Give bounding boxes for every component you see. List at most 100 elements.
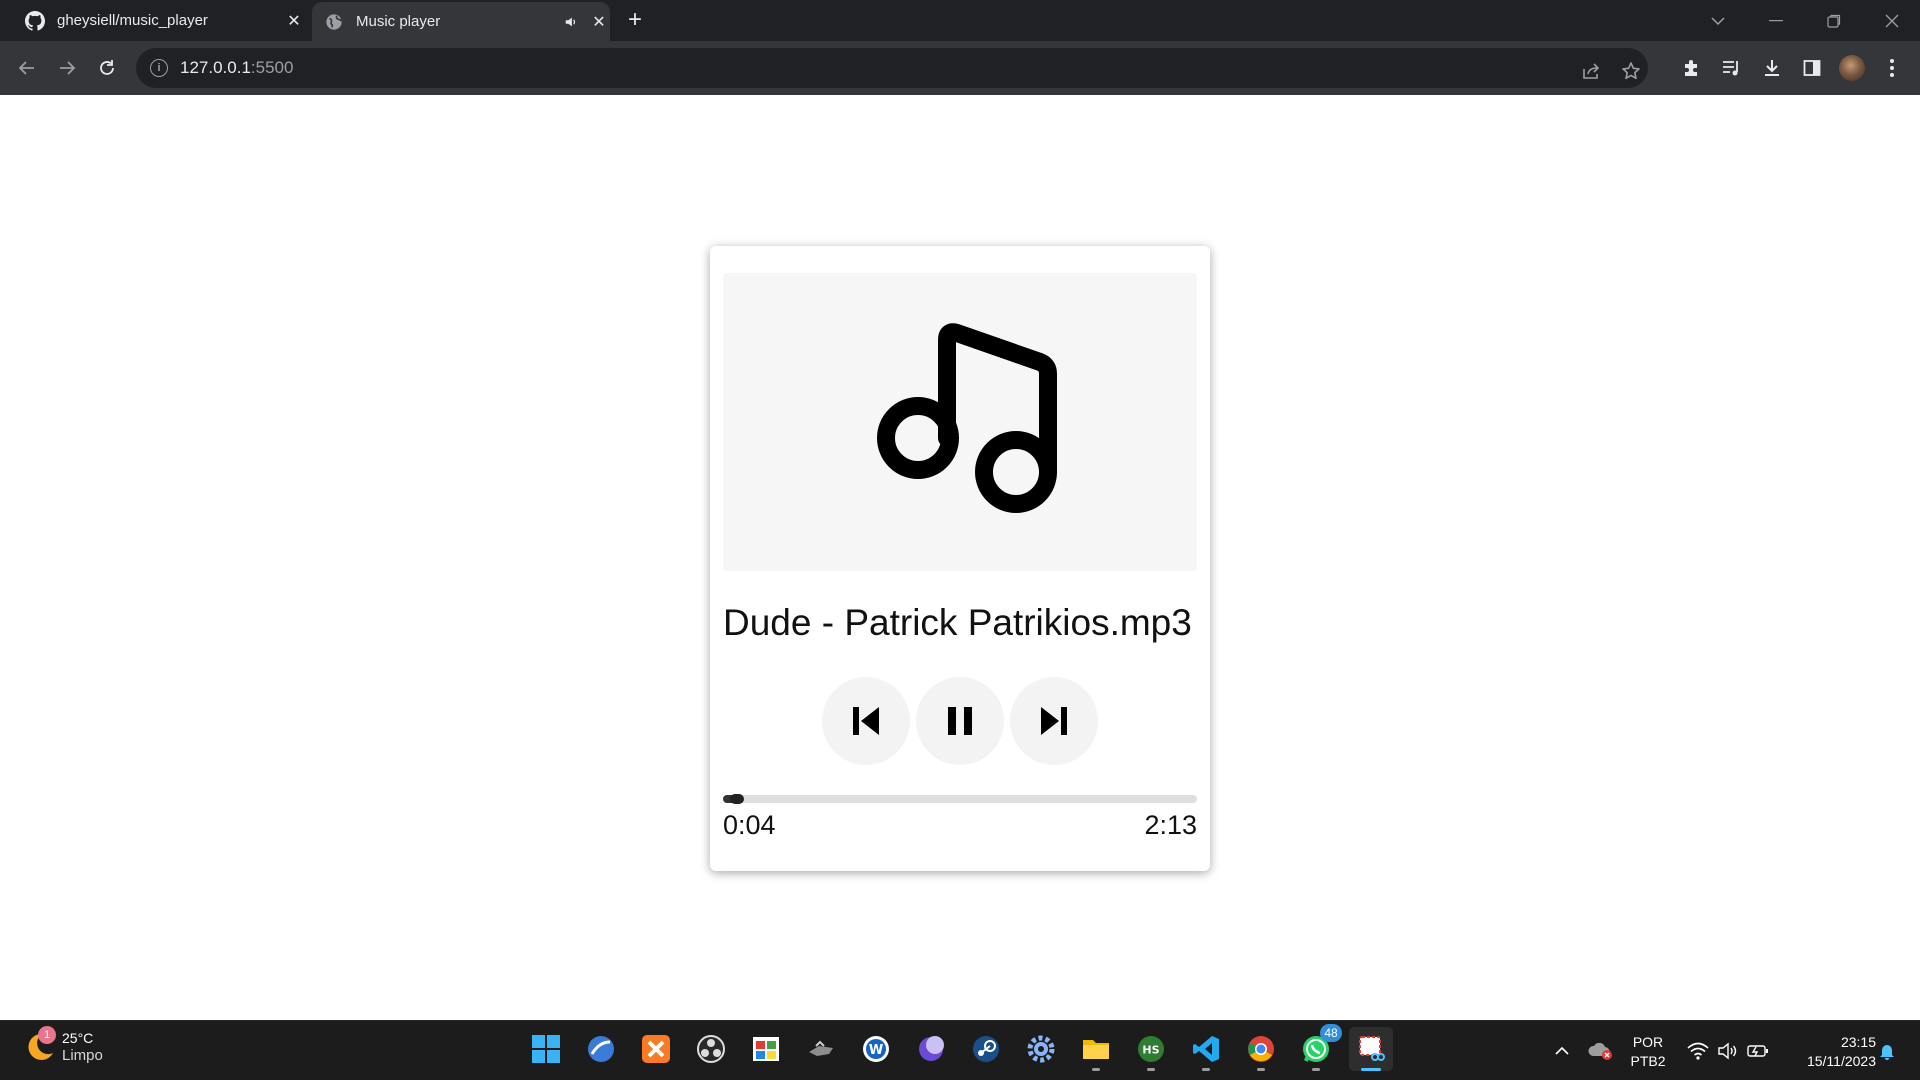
volume-icon[interactable]: [1714, 1021, 1740, 1080]
chrome-icon: [1248, 1036, 1274, 1062]
weather-badge: 1: [38, 1026, 56, 1044]
taskbar-app-whatsapp[interactable]: 48: [1294, 1024, 1342, 1071]
download-icon[interactable]: [1757, 53, 1787, 83]
address-bar[interactable]: i 127.0.0.1:5500: [136, 48, 1648, 88]
taskbar-app-obs[interactable]: [689, 1027, 733, 1071]
profile-avatar[interactable]: [1837, 53, 1867, 83]
taskbar-app-settings[interactable]: [1019, 1027, 1063, 1071]
progress-bar[interactable]: [723, 794, 1197, 804]
media-controls-icon[interactable]: [1717, 53, 1747, 83]
globe-app-icon: [588, 1036, 614, 1062]
weather-widget[interactable]: 1 25°C Limpo: [22, 1026, 103, 1065]
folder-icon: [1083, 1040, 1109, 1059]
site-info-icon[interactable]: i: [150, 59, 168, 77]
tab-github[interactable]: gheysiell/music_player ✕: [15, 0, 305, 41]
taskbar-app-snipping-tool[interactable]: [1349, 1027, 1393, 1071]
hs-app-icon: HS: [1138, 1036, 1164, 1062]
previous-track-button[interactable]: [822, 677, 910, 765]
pause-icon: [948, 707, 972, 735]
taskbar-app-file-explorer[interactable]: [1074, 1027, 1118, 1071]
globe-icon: [324, 12, 344, 32]
clock-date: 15/11/2023: [1806, 1053, 1876, 1069]
weather-temp: 25°C: [62, 1030, 94, 1046]
url-host: 127.0.0.1: [180, 58, 251, 77]
music-note-icon: [877, 323, 1057, 513]
steam-icon: [973, 1036, 999, 1062]
tab-music-player[interactable]: Music player ✕: [312, 2, 610, 41]
system-clock[interactable]: 23:15 15/11/2023: [1776, 1033, 1876, 1071]
taskbar-app-xampp[interactable]: [634, 1027, 678, 1071]
browser-tab-strip: gheysiell/music_player ✕ Music player ✕ …: [0, 0, 1920, 41]
browser-toolbar: i 127.0.0.1:5500: [0, 41, 1920, 95]
song-title: Dude - Patrick Patrikios.mp3: [723, 602, 1192, 643]
taskbar-app-control-panel[interactable]: [744, 1027, 788, 1071]
gear-icon: [1027, 1035, 1055, 1063]
moon-icon: 1: [22, 1026, 56, 1064]
reload-icon[interactable]: [92, 53, 122, 83]
music-player-card: Dude - Patrick Patrikios.mp3 0:04 2:13: [710, 246, 1210, 871]
forward-icon[interactable]: [52, 53, 82, 83]
restore-icon[interactable]: [1806, 0, 1862, 41]
clock-time: 23:15: [1840, 1034, 1876, 1050]
duration: 2:13: [1144, 810, 1197, 840]
extensions-icon[interactable]: [1677, 53, 1707, 83]
menu-kebab-icon[interactable]: [1877, 53, 1907, 83]
bookmark-star-icon[interactable]: [1616, 56, 1646, 86]
progress-thumb[interactable]: [730, 794, 745, 804]
xampp-icon: [642, 1035, 670, 1063]
close-tab-icon[interactable]: ✕: [283, 10, 305, 32]
notification-bell-icon[interactable]: [1872, 1021, 1902, 1080]
taskbar-apps: W HS 48: [524, 1024, 1393, 1071]
battery-icon[interactable]: [1744, 1021, 1772, 1080]
taskbar-app-browser[interactable]: [579, 1027, 623, 1071]
keyboard-layout: PTB2: [1630, 1053, 1666, 1069]
w-app-icon: W: [863, 1036, 889, 1062]
play-pause-button[interactable]: [916, 677, 1004, 765]
close-window-icon[interactable]: [1864, 0, 1920, 41]
previous-track-icon: [853, 707, 879, 735]
taskbar-app-chrome[interactable]: [1239, 1027, 1283, 1071]
taskbar-app-moon[interactable]: [909, 1027, 953, 1071]
start-button[interactable]: [524, 1027, 568, 1071]
tab-title: gheysiell/music_player: [57, 12, 208, 29]
wifi-icon[interactable]: [1684, 1021, 1712, 1080]
speaker-icon[interactable]: [560, 11, 582, 33]
vscode-icon: [1193, 1036, 1219, 1062]
url-port: :5500: [250, 58, 294, 77]
svg-text:HS: HS: [1142, 1044, 1159, 1057]
running-indicator: [1361, 1068, 1381, 1071]
control-panel-icon: [753, 1037, 779, 1061]
taskbar-app-steam[interactable]: [964, 1027, 1008, 1071]
album-cover: [723, 273, 1197, 571]
purple-moon-icon: [919, 1036, 944, 1061]
snipping-tool-icon: [1359, 1036, 1385, 1061]
back-icon[interactable]: [12, 53, 42, 83]
windows-taskbar: 1 25°C Limpo W HS 48 POR PTB2 23:15 15/1…: [0, 1020, 1920, 1080]
running-indicator: [1257, 1068, 1265, 1071]
language-code: POR: [1632, 1034, 1664, 1050]
current-time: 0:04: [723, 810, 776, 840]
windows-logo-icon: [532, 1035, 560, 1063]
running-indicator: [1092, 1068, 1100, 1071]
cloud-offline-icon[interactable]: [1584, 1021, 1618, 1080]
show-hidden-icons-chevron-icon[interactable]: [1546, 1021, 1578, 1080]
weather-condition: Limpo: [62, 1047, 103, 1064]
game-icon: [809, 1040, 833, 1056]
minimize-icon[interactable]: [1748, 0, 1804, 41]
taskbar-app-w[interactable]: W: [854, 1027, 898, 1071]
running-indicator: [1312, 1068, 1320, 1071]
new-tab-button[interactable]: +: [622, 8, 648, 34]
next-track-button[interactable]: [1010, 677, 1098, 765]
side-panel-icon[interactable]: [1797, 53, 1827, 83]
taskbar-app-hs[interactable]: HS: [1129, 1027, 1173, 1071]
taskbar-app-vscode[interactable]: [1184, 1027, 1228, 1071]
obs-icon: [697, 1035, 725, 1063]
running-indicator: [1202, 1068, 1210, 1071]
taskbar-app-game[interactable]: [799, 1027, 843, 1071]
input-language[interactable]: POR PTB2: [1620, 1033, 1676, 1071]
next-track-icon: [1041, 707, 1067, 735]
tab-search-icon[interactable]: [1690, 0, 1746, 41]
playback-controls: [710, 677, 1210, 765]
close-tab-icon[interactable]: ✕: [588, 11, 610, 33]
share-icon[interactable]: [1576, 56, 1606, 86]
